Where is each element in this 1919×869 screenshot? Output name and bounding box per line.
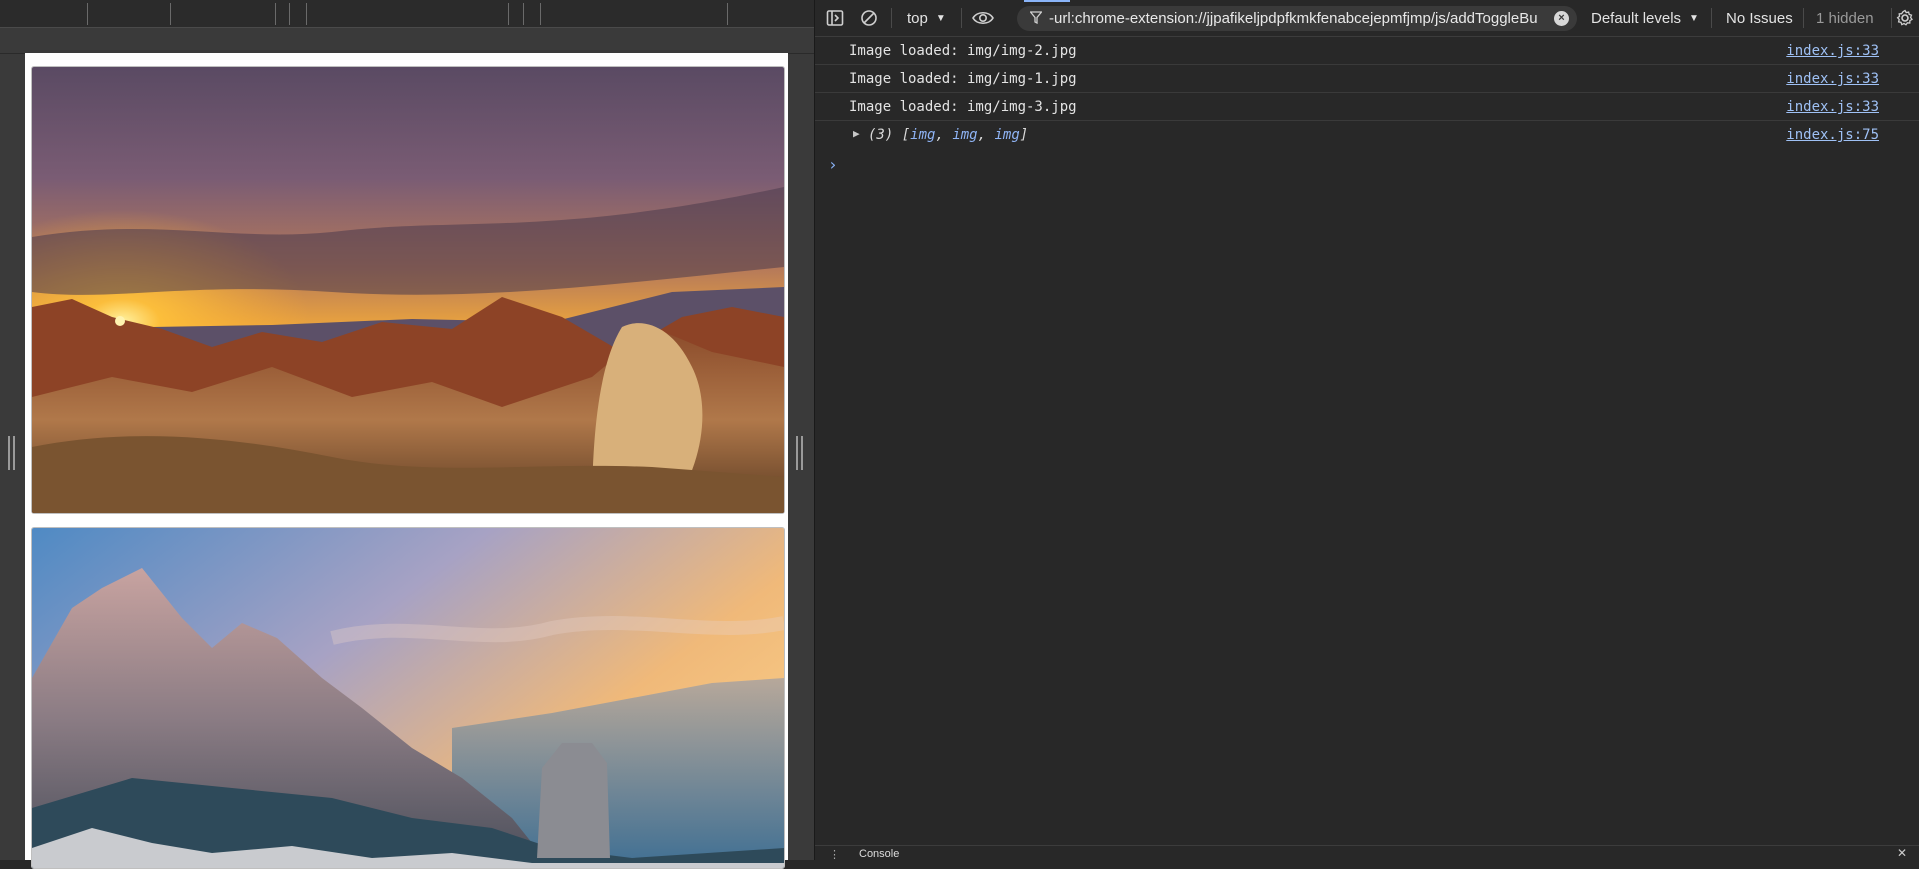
ruler-tick — [289, 3, 290, 25]
console-toolbar: top ▼ -url:chrome-extension://jjpafikelj… — [815, 0, 1919, 37]
filter-funnel-icon — [1023, 10, 1049, 27]
settings-gear-icon[interactable] — [1891, 0, 1919, 36]
log-message: Image loaded: img/img-2.jpg — [849, 43, 1077, 59]
context-selector[interactable]: top ▼ — [907, 0, 946, 36]
viewport-ruler — [0, 0, 814, 28]
hidden-count: 1 hidden — [1816, 9, 1874, 27]
log-row: Image loaded: img/img-2.jpg index.js:33 — [815, 37, 1919, 65]
ruler-tick — [306, 3, 307, 25]
ruler-tick — [540, 3, 541, 25]
chevron-down-icon: ▼ — [935, 12, 946, 24]
rendered-page — [25, 53, 788, 869]
viewport-toolbar-strip — [0, 28, 814, 54]
filter-input[interactable]: -url:chrome-extension://jjpafikeljpdpfkm… — [1017, 6, 1577, 31]
issues-label: No Issues — [1726, 9, 1793, 27]
log-row: Image loaded: img/img-3.jpg index.js:33 — [815, 93, 1919, 121]
log-message: Image loaded: img/img-1.jpg — [849, 71, 1077, 87]
right-resize-handle[interactable] — [796, 436, 804, 470]
drawer-tab-bar: ⋮ Console ✕ — [815, 845, 1919, 861]
drawer-tab-console[interactable]: Console — [859, 848, 899, 860]
log-source-link[interactable]: index.js:33 — [1786, 71, 1879, 87]
console-prompt-icon[interactable]: › — [828, 155, 838, 174]
clear-console-icon[interactable] — [855, 0, 883, 36]
ruler-tick — [87, 3, 88, 25]
array-preview: (3) [img, img, img] — [868, 127, 1029, 143]
close-drawer-icon[interactable]: ✕ — [1897, 846, 1907, 860]
page-viewport-panel — [0, 0, 814, 869]
desert-sunset-graphic — [32, 67, 784, 513]
clear-filter-icon[interactable]: × — [1554, 11, 1569, 26]
active-tab-indicator — [1024, 0, 1070, 2]
console-output: Image loaded: img/img-2.jpg index.js:33 … — [815, 37, 1919, 174]
array-log-row[interactable]: ▶ (3) [img, img, img] index.js:75 — [815, 121, 1919, 148]
ruler-tick — [170, 3, 171, 25]
more-tabs-icon[interactable]: ⋮ — [829, 848, 840, 861]
log-source-link[interactable]: index.js:75 — [1786, 127, 1879, 143]
log-message: Image loaded: img/img-3.jpg — [849, 99, 1077, 115]
live-expression-eye-icon[interactable] — [969, 0, 997, 36]
sidebar-toggle-icon[interactable] — [821, 0, 849, 36]
expand-triangle-icon[interactable]: ▶ — [853, 127, 860, 140]
dolomites-graphic — [32, 528, 784, 868]
issues-button[interactable]: No Issues — [1726, 0, 1793, 36]
devtools-panel: top ▼ -url:chrome-extension://jjpafikelj… — [815, 0, 1919, 861]
log-levels-dropdown[interactable]: Default levels ▼ — [1591, 0, 1699, 36]
dolomites-mountain-image — [31, 527, 785, 869]
context-label: top — [907, 9, 928, 27]
log-source-link[interactable]: index.js:33 — [1786, 43, 1879, 59]
ruler-tick — [275, 3, 276, 25]
left-resize-handle[interactable] — [8, 436, 16, 470]
filter-text: -url:chrome-extension://jjpafikeljpdpfkm… — [1049, 10, 1538, 27]
log-source-link[interactable]: index.js:33 — [1786, 99, 1879, 115]
log-row: Image loaded: img/img-1.jpg index.js:33 — [815, 65, 1919, 93]
chevron-down-icon: ▼ — [1689, 12, 1699, 24]
ruler-tick — [727, 3, 728, 25]
ruler-tick — [508, 3, 509, 25]
ruler-tick — [523, 3, 524, 25]
desert-sunset-image — [31, 66, 785, 514]
log-levels-label: Default levels — [1591, 9, 1682, 27]
